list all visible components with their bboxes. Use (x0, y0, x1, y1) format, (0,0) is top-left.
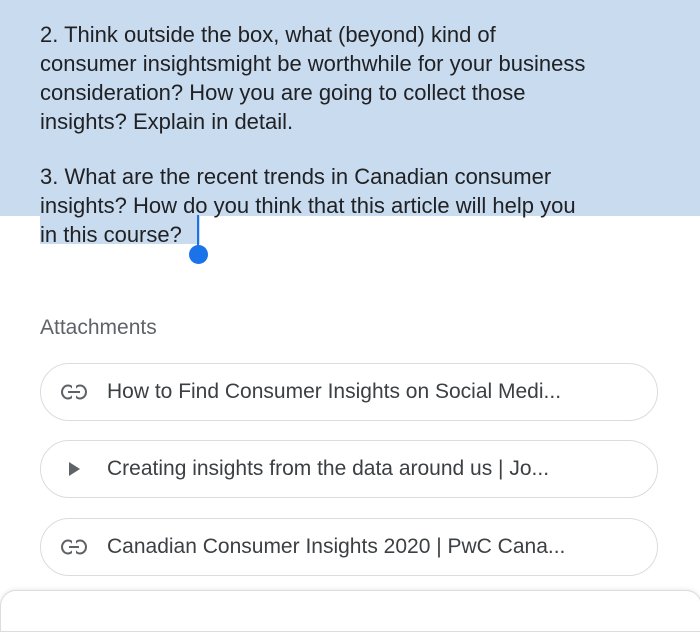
selection-cursor (197, 215, 199, 249)
attachments-heading: Attachments (40, 316, 157, 339)
attachment-label: Creating insights from the data around u… (107, 457, 550, 480)
bottom-sheet[interactable] (0, 590, 700, 632)
question-3-line: in this course? (40, 222, 182, 247)
question-3-text[interactable]: 3. What are the recent trends in Canadia… (40, 162, 660, 249)
question-2-line: consumer insightsmight be worthwhile for… (40, 51, 586, 76)
question-3-line: 3. What are the recent trends in Canadia… (40, 164, 552, 189)
attachment-label: Canadian Consumer Insights 2020 | PwC Ca… (107, 535, 566, 558)
link-icon (61, 382, 87, 402)
link-icon (61, 537, 87, 557)
question-2-line: 2. Think outside the box, what (beyond) … (40, 22, 496, 47)
attachment-chip[interactable]: Creating insights from the data around u… (40, 440, 658, 498)
question-2-line: insights? Explain in detail. (40, 109, 294, 134)
play-icon (61, 459, 87, 479)
attachment-chip[interactable]: Canadian Consumer Insights 2020 | PwC Ca… (40, 518, 658, 576)
attachment-chip[interactable]: How to Find Consumer Insights on Social … (40, 363, 658, 421)
question-3-line: insights? How do you think that this art… (40, 193, 576, 218)
selection-handle[interactable] (189, 245, 208, 264)
question-2-text[interactable]: 2. Think outside the box, what (beyond) … (0, 0, 700, 150)
question-2-line: consideration? How you are going to coll… (40, 80, 526, 105)
attachment-label: How to Find Consumer Insights on Social … (107, 380, 562, 403)
